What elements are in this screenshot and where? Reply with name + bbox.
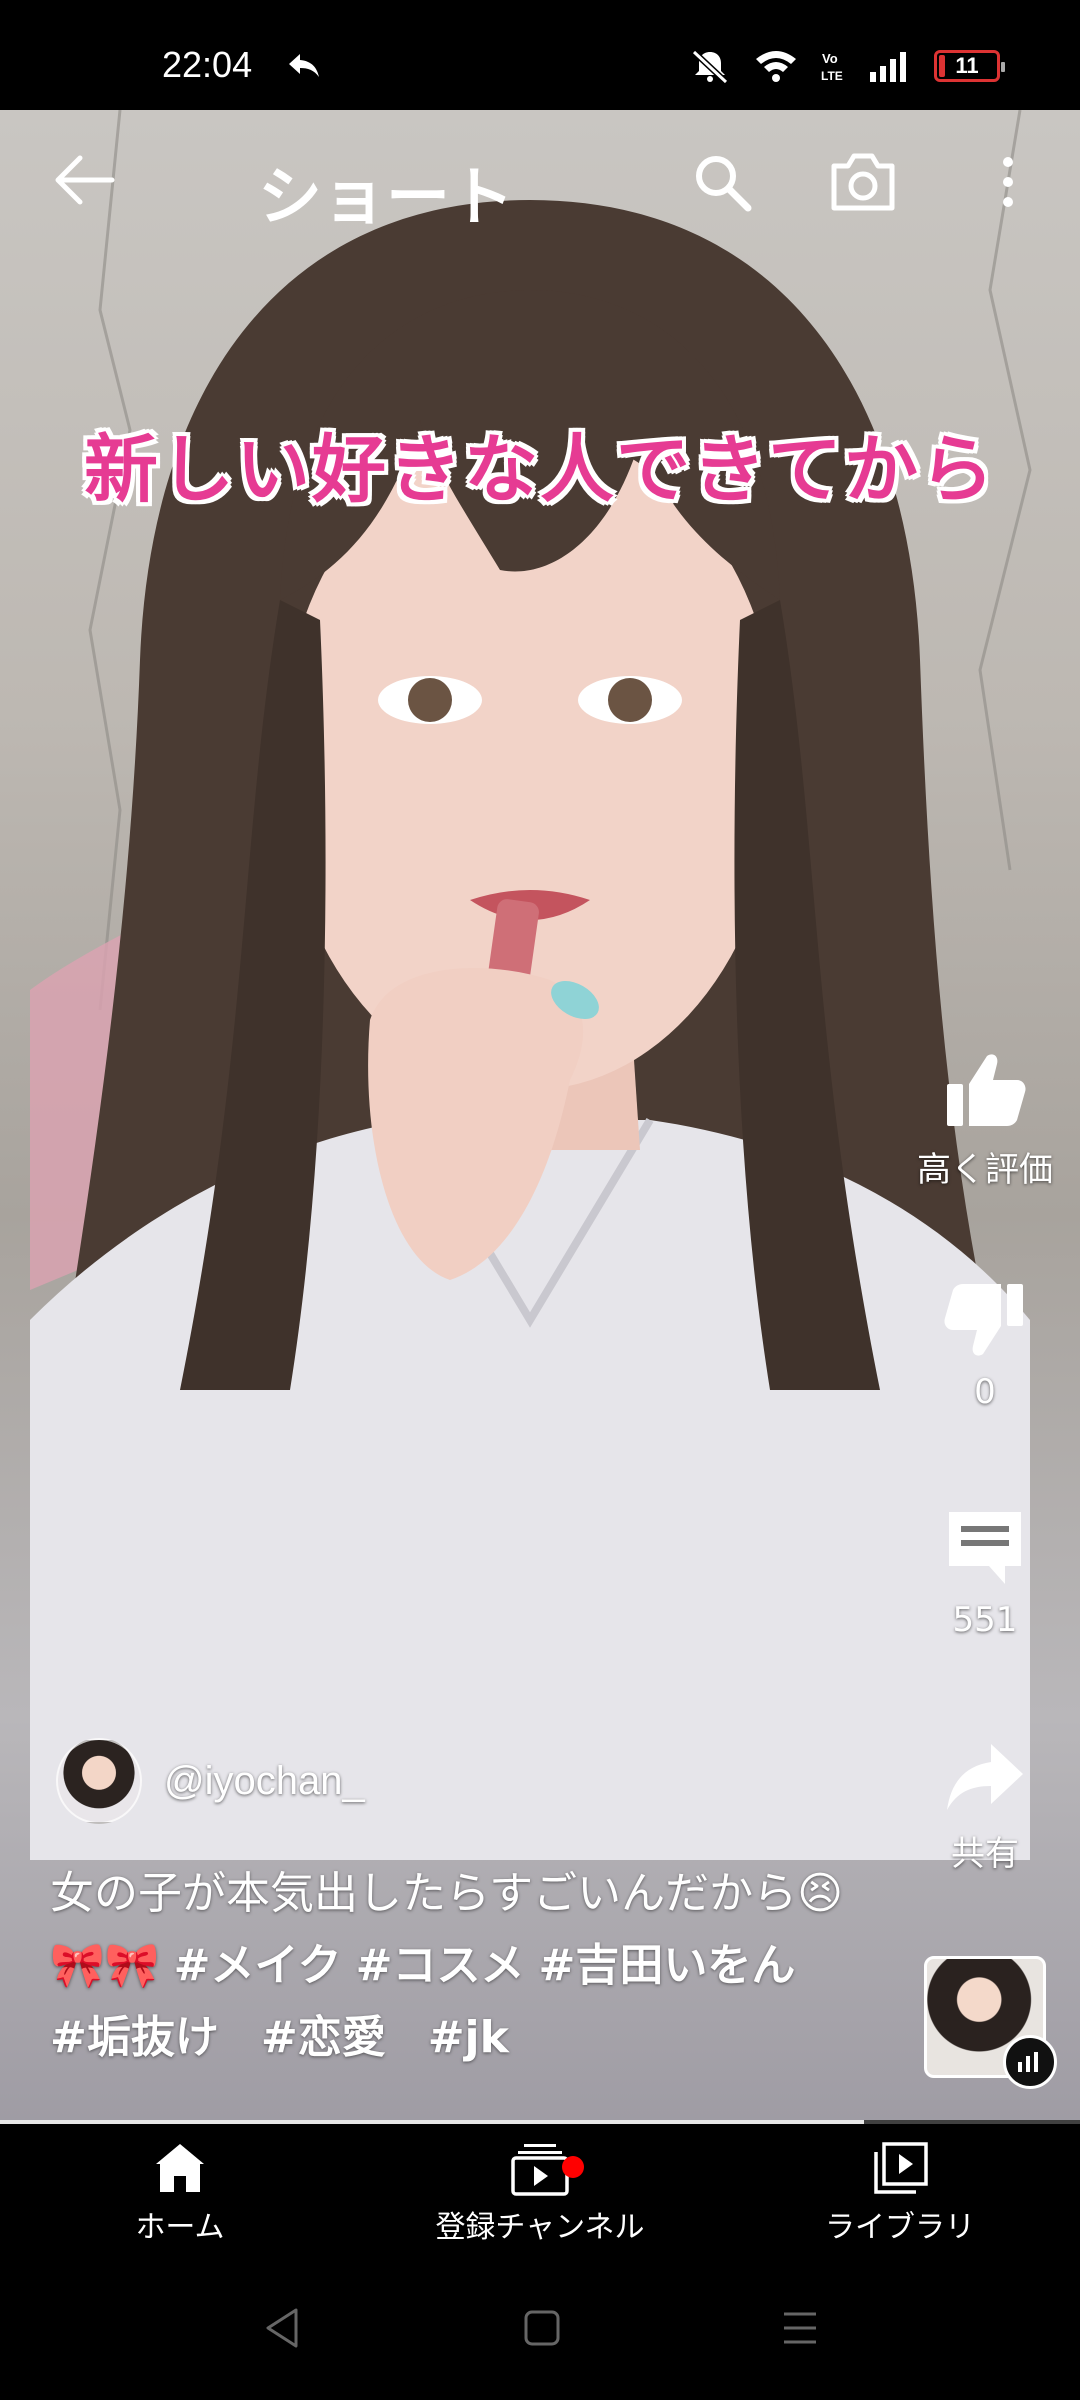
comments-button[interactable]: 551 [905,1506,1065,1640]
page-title: ショート [258,161,514,235]
signal-icon [870,52,906,82]
battery-level: 11 [955,53,979,78]
audio-bars-icon [1018,2052,1038,2072]
nav-library-label: ライブラリ [825,2210,975,2245]
avatar[interactable] [56,1738,142,1824]
video-caption-overlay: 新しい好きな人できてから [84,427,996,513]
nav-library[interactable]: ライブラリ [750,2140,1050,2246]
share-icon [947,1744,1023,1810]
comment-count: 551 [952,1600,1018,1640]
video-subject [30,200,1030,1860]
more-vert-icon[interactable] [990,150,1026,214]
svg-text:LTE: LTE [821,69,843,83]
hashtag[interactable]: #メイク [174,1940,342,1991]
sound-badge [1003,2035,1057,2089]
channel-handle[interactable]: @iyochan_ [164,1759,365,1804]
wifi-icon [756,51,796,82]
system-recents-icon[interactable] [780,2306,820,2350]
back-arrow-icon[interactable] [50,150,120,210]
dislike-count: 0 [974,1372,996,1412]
status-time: 22:04 [162,44,253,85]
bottom-navigation: ホーム 登録チャンネル ライブラリ [0,2124,1080,2264]
hashtag[interactable]: #吉田いをん [538,1940,795,1991]
like-button[interactable]: 高く評価 [905,1048,1065,1191]
status-bar: 22:04 Vo LTE 11 [0,0,1080,110]
thumbs-up-icon [947,1054,1026,1126]
hashtag[interactable]: #垢抜け [50,2012,219,2063]
volte-icon: Vo LTE [821,51,843,83]
dislike-button[interactable]: 0 [905,1278,1065,1412]
library-icon [874,2142,928,2194]
search-icon[interactable] [690,150,754,214]
share-button[interactable]: 共有 [905,1740,1065,1875]
comment-icon [949,1512,1021,1584]
thumbs-down-icon [944,1284,1023,1356]
system-home-icon[interactable] [522,2306,562,2350]
nav-subscriptions-label: 登録チャンネル [435,2210,645,2245]
like-label: 高く評価 [917,1150,1053,1190]
hashtag[interactable]: #恋愛 [261,2012,386,2063]
home-icon [156,2144,204,2192]
notification-dot [562,2156,584,2178]
svg-text:Vo: Vo [822,51,838,66]
nav-home-label: ホーム [135,2210,225,2245]
nav-subscriptions[interactable]: 登録チャンネル [390,2140,690,2246]
share-label: 共有 [951,1834,1019,1874]
camera-icon[interactable] [828,150,898,214]
reply-icon [289,54,319,77]
shorts-topbar: ショート [0,110,1080,250]
mute-icon [691,49,729,84]
channel-info[interactable]: @iyochan_ [56,1738,365,1824]
status-icons: Vo LTE 11 [688,48,1005,84]
battery-icon: 11 [934,50,1005,82]
nav-home[interactable]: ホーム [30,2140,330,2246]
video-description[interactable]: 女の子が本気出したらすごいんだから😣🎀🎀 #メイク #コスメ #吉田いをん #垢… [50,1858,850,2074]
subscriptions-icon [511,2144,569,2196]
system-back-icon[interactable] [262,2306,302,2350]
system-navigation-bar [0,2264,1080,2400]
battery-fill [939,55,946,77]
hashtag[interactable]: #jk [428,2012,509,2063]
hashtag[interactable]: #コスメ [356,1940,525,1991]
